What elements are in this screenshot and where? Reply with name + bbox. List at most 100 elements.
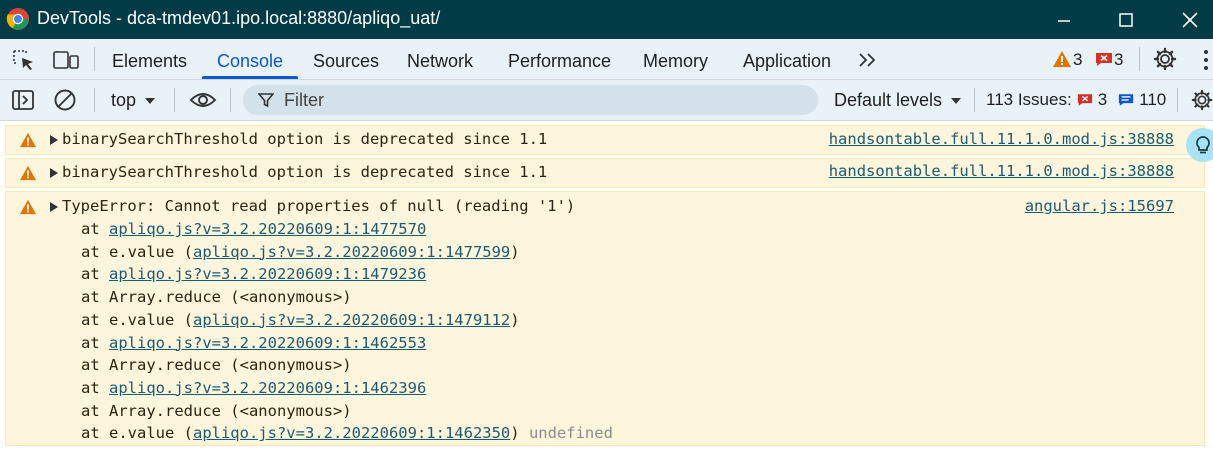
error-count[interactable]: 3	[1114, 50, 1123, 70]
clear-console-icon[interactable]	[53, 88, 77, 112]
message-text: binarySearchThreshold option is deprecat…	[62, 163, 548, 181]
stack-frame: at Array.reduce (<anonymous>)	[81, 402, 352, 420]
minimize-icon	[1058, 19, 1070, 22]
issues-counter[interactable]: 113 Issues: 3 110	[986, 90, 1166, 110]
settings-gear-icon[interactable]	[1153, 47, 1177, 71]
stack-frame-prefix: at	[81, 265, 109, 284]
stack-frame-suffix: )	[510, 242, 520, 261]
console-message-warning[interactable]: binarySearchThreshold option is deprecat…	[5, 125, 1205, 155]
stack-frame: at e.value (apliqo.js?v=3.2.20220609:1:1…	[81, 424, 613, 442]
message-source-link[interactable]: handsontable.full.11.1.0.mod.js:38888	[829, 130, 1174, 148]
tab-performance[interactable]: Performance	[508, 51, 611, 72]
stack-frame: at apliqo.js?v=3.2.20220609:1:1462553	[81, 334, 426, 352]
toolbar-divider	[1177, 88, 1178, 112]
stack-frame: at apliqo.js?v=3.2.20220609:1:1477570	[81, 220, 426, 238]
expand-triangle-icon[interactable]	[50, 202, 58, 212]
issues-info-count: 110	[1139, 90, 1167, 109]
warning-icon	[20, 199, 36, 215]
close-button[interactable]	[1160, 0, 1213, 39]
warning-icon	[20, 165, 36, 181]
more-options-icon[interactable]	[1203, 49, 1209, 71]
expand-triangle-icon[interactable]	[50, 135, 58, 145]
stack-frame-link[interactable]: apliqo.js?v=3.2.20220609:1:1479112	[193, 311, 510, 329]
stack-frame: at apliqo.js?v=3.2.20220609:1:1462396	[81, 379, 426, 397]
stack-frame-link[interactable]: apliqo.js?v=3.2.20220609:1:1462350	[193, 424, 510, 442]
warning-count[interactable]: 3	[1073, 50, 1082, 70]
warning-icon	[20, 132, 36, 148]
filter-input[interactable]	[243, 85, 818, 115]
tab-application[interactable]: Application	[743, 51, 831, 72]
message-text: TypeError: Cannot read properties of nul…	[62, 197, 576, 215]
device-toolbar-icon[interactable]	[52, 48, 80, 70]
stack-frame-link[interactable]: apliqo.js?v=3.2.20220609:1:1462553	[109, 334, 426, 352]
tab-memory[interactable]: Memory	[643, 51, 708, 72]
context-selector[interactable]: top	[111, 90, 156, 111]
chrome-icon	[6, 8, 29, 30]
chevron-down-icon	[145, 97, 156, 104]
stack-frame: at e.value (apliqo.js?v=3.2.20220609:1:1…	[81, 311, 520, 329]
toolbar-divider	[94, 88, 95, 112]
panel-tab-bar: Elements Console Sources Network Perform…	[0, 39, 1213, 80]
issue-info-icon	[1119, 94, 1134, 106]
more-tabs-icon[interactable]	[858, 52, 878, 68]
stack-frame-prefix: at e.value (	[81, 424, 193, 443]
maximize-button[interactable]	[1096, 0, 1156, 39]
error-count-icon	[1096, 53, 1112, 66]
stack-frame-prefix: at	[81, 333, 109, 352]
tab-elements[interactable]: Elements	[112, 51, 187, 72]
issues-label: 113 Issues:	[986, 90, 1072, 109]
stack-frame: at Array.reduce (<anonymous>)	[81, 288, 352, 306]
toolbar-divider	[974, 88, 975, 112]
toolbar-divider	[94, 47, 95, 71]
stack-frame-prefix: at e.value (	[81, 242, 193, 261]
stack-frame-prefix: at Array.reduce (<anonymous>)	[81, 401, 352, 420]
active-tab-indicator	[202, 76, 298, 79]
stack-frame-prefix: at	[81, 220, 109, 238]
console-settings-gear-icon[interactable]	[1191, 88, 1213, 112]
issues-error-count: 3	[1097, 90, 1108, 109]
message-text: binarySearchThreshold option is deprecat…	[62, 130, 548, 148]
stack-frame-prefix: at Array.reduce (<anonymous>)	[81, 288, 352, 307]
issue-error-icon	[1077, 94, 1092, 106]
close-icon	[1182, 11, 1198, 28]
stack-frame-suffix: )	[510, 424, 520, 443]
inspect-element-icon[interactable]	[12, 49, 36, 71]
message-source-link[interactable]: angular.js:15697	[1025, 197, 1174, 215]
stack-frame: at Array.reduce (<anonymous>)	[81, 356, 352, 374]
title-bar: DevTools - dca-tmdev01.ipo.local:8880/ap…	[0, 0, 1213, 39]
live-expression-eye-icon[interactable]	[189, 90, 217, 110]
tab-console[interactable]: Console	[217, 51, 283, 72]
stack-frame-prefix: at Array.reduce (<anonymous>)	[81, 356, 352, 375]
tab-sources[interactable]: Sources	[313, 51, 379, 72]
expand-triangle-icon[interactable]	[50, 168, 58, 178]
tab-network[interactable]: Network	[407, 51, 473, 72]
return-value-undefined: undefined	[519, 424, 613, 443]
log-levels-label: Default levels	[834, 90, 943, 110]
toolbar-divider	[1139, 47, 1140, 71]
window-title: DevTools - dca-tmdev01.ipo.local:8880/ap…	[37, 8, 441, 28]
ai-assistance-button[interactable]	[1186, 128, 1213, 162]
filter-funnel-icon	[258, 93, 274, 108]
stack-frame-link[interactable]: apliqo.js?v=3.2.20220609:1:1477570	[109, 220, 426, 238]
filter-placeholder: Filter	[284, 90, 324, 110]
stack-frame-prefix: at	[81, 378, 109, 397]
stack-frame-suffix: )	[510, 310, 520, 329]
lightbulb-icon	[1196, 136, 1210, 154]
chevron-down-icon	[951, 97, 962, 104]
stack-frame-prefix: at e.value (	[81, 310, 193, 329]
minimize-button[interactable]	[1034, 0, 1094, 39]
toolbar-divider	[230, 88, 231, 112]
console-message-typeerror[interactable]: TypeError: Cannot read properties of nul…	[5, 191, 1205, 446]
maximize-icon	[1119, 12, 1133, 27]
message-source-link[interactable]: handsontable.full.11.1.0.mod.js:38888	[829, 162, 1174, 180]
sidebar-toggle-icon[interactable]	[11, 88, 35, 112]
stack-frame-link[interactable]: apliqo.js?v=3.2.20220609:1:1477599	[193, 243, 510, 261]
stack-frame-link[interactable]: apliqo.js?v=3.2.20220609:1:1462396	[109, 379, 426, 397]
warning-count-icon	[1053, 51, 1071, 67]
context-label: top	[111, 90, 137, 110]
stack-frame: at apliqo.js?v=3.2.20220609:1:1479236	[81, 265, 426, 283]
stack-frame-link[interactable]: apliqo.js?v=3.2.20220609:1:1479236	[109, 265, 426, 283]
console-message-warning[interactable]: binarySearchThreshold option is deprecat…	[5, 158, 1205, 188]
log-levels-dropdown[interactable]: Default levels	[834, 90, 962, 111]
stack-frame: at e.value (apliqo.js?v=3.2.20220609:1:1…	[81, 243, 520, 261]
